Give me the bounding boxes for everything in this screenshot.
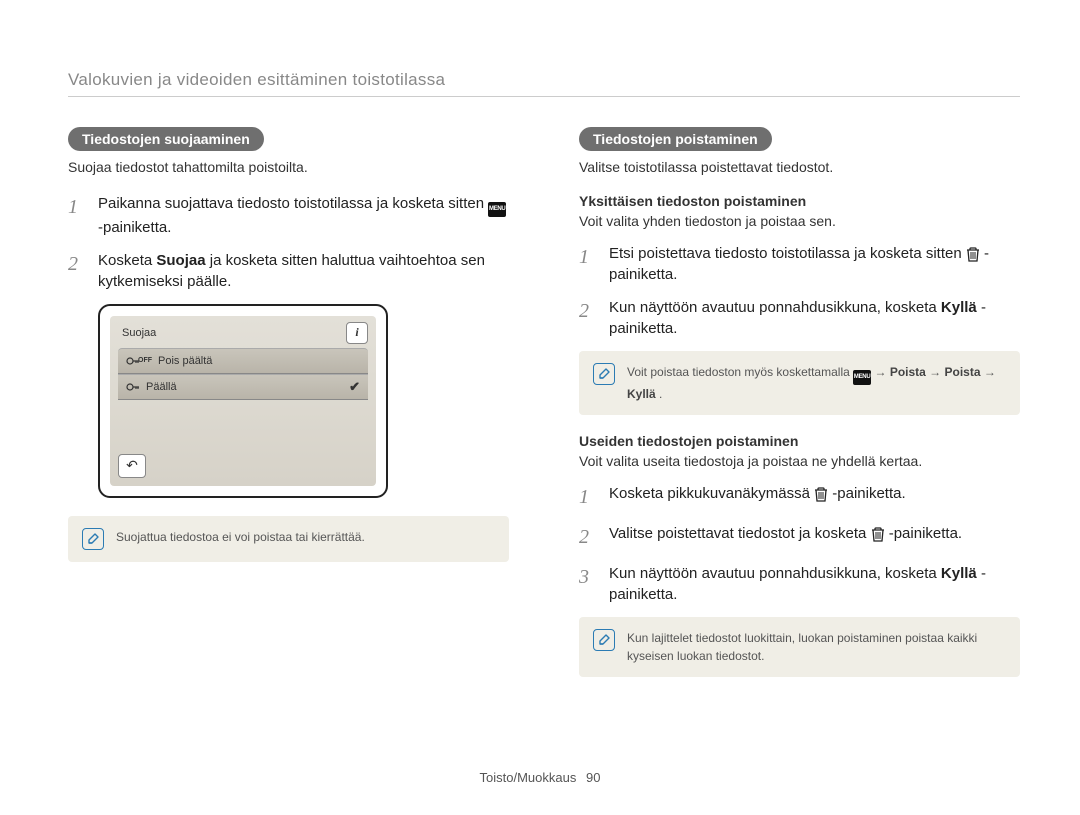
delete-lead: Valitse toistotilassa poistettavat tiedo… bbox=[579, 159, 1020, 175]
protect-lead: Suojaa tiedostot tahattomilta poistoilta… bbox=[68, 159, 509, 175]
note-protect: Suojattua tiedostoa ei voi poistaa tai k… bbox=[68, 516, 509, 562]
step-text: -painiketta. bbox=[889, 525, 962, 542]
page-title: Valokuvien ja videoiden esittäminen tois… bbox=[68, 70, 1020, 97]
step-number: 2 bbox=[68, 250, 86, 292]
step-text: Valitse poistettavat tiedostot ja kosket… bbox=[609, 525, 871, 542]
multi-delete-step-1: 1 Kosketa pikkukuvanäkymässä -painiketta… bbox=[579, 483, 1020, 511]
note-text-bold: Poista bbox=[890, 365, 926, 379]
checkmark-icon: ✔ bbox=[349, 379, 360, 395]
note-text: Suojattua tiedostoa ei voi poistaa tai k… bbox=[116, 528, 365, 550]
subdesc-single-delete: Voit valita yhden tiedoston ja poistaa s… bbox=[579, 213, 1020, 229]
step-number: 1 bbox=[579, 243, 597, 285]
step-text-bold: Suojaa bbox=[156, 252, 205, 269]
note-text: → bbox=[929, 365, 944, 379]
protect-step-2: 2 Kosketa Suojaa ja kosketa sitten halut… bbox=[68, 250, 509, 292]
note-category-delete: Kun lajittelet tiedostot luokittain, luo… bbox=[579, 617, 1020, 677]
note-delete-menu: Voit poistaa tiedoston myös koskettamall… bbox=[579, 351, 1020, 415]
trash-icon bbox=[966, 246, 980, 262]
note-icon bbox=[593, 629, 615, 651]
menu-icon: MENU bbox=[853, 370, 871, 385]
step-number: 2 bbox=[579, 297, 597, 339]
step-text: Kun näyttöön avautuu ponnahdusikkuna, ko… bbox=[609, 299, 941, 316]
device-option-label: Päällä bbox=[146, 381, 177, 393]
page-footer: Toisto/Muokkaus 90 bbox=[0, 770, 1080, 785]
note-text: Kun lajittelet tiedostot luokittain, luo… bbox=[627, 629, 1006, 665]
multi-delete-step-3: 3 Kun näyttöön avautuu ponnahdusikkuna, … bbox=[579, 563, 1020, 605]
single-delete-step-1: 1 Etsi poistettava tiedosto toistotilass… bbox=[579, 243, 1020, 285]
note-text: → bbox=[874, 365, 889, 379]
single-delete-step-2: 2 Kun näyttöön avautuu ponnahdusikkuna, … bbox=[579, 297, 1020, 339]
section-pill-protect: Tiedostojen suojaaminen bbox=[68, 127, 264, 151]
step-text: Kun näyttöön avautuu ponnahdusikkuna, ko… bbox=[609, 565, 941, 582]
page-number: 90 bbox=[586, 770, 600, 785]
trash-icon bbox=[871, 526, 885, 542]
back-icon: ↶ bbox=[118, 454, 146, 478]
note-icon bbox=[593, 363, 615, 385]
multi-delete-step-2: 2 Valitse poistettavat tiedostot ja kosk… bbox=[579, 523, 1020, 551]
step-number: 1 bbox=[579, 483, 597, 511]
step-number: 1 bbox=[68, 193, 86, 238]
section-pill-delete: Tiedostojen poistaminen bbox=[579, 127, 772, 151]
step-text: -painiketta. bbox=[832, 485, 905, 502]
device-option-off: OFF Pois päältä bbox=[118, 348, 368, 374]
menu-icon: MENU bbox=[488, 202, 506, 217]
step-number: 2 bbox=[579, 523, 597, 551]
left-column: Tiedostojen suojaaminen Suojaa tiedostot… bbox=[68, 127, 509, 687]
step-text: Etsi poistettava tiedosto toistotilassa … bbox=[609, 245, 966, 262]
note-text-bold: Kyllä bbox=[627, 387, 656, 401]
step-text: Paikanna suojattava tiedosto toistotilas… bbox=[98, 195, 488, 212]
subhead-single-delete: Yksittäisen tiedoston poistaminen bbox=[579, 193, 1020, 209]
step-text-bold: Kyllä bbox=[941, 565, 977, 582]
step-text: -painiketta. bbox=[98, 219, 171, 236]
device-title: Suojaa bbox=[118, 327, 156, 339]
step-text: Kosketa pikkukuvanäkymässä bbox=[609, 485, 814, 502]
key-off-icon: OFF bbox=[126, 356, 152, 366]
info-icon: i bbox=[346, 322, 368, 344]
device-option-label: Pois päältä bbox=[158, 355, 212, 367]
subhead-multi-delete: Useiden tiedostojen poistaminen bbox=[579, 433, 1020, 449]
protect-step-1: 1 Paikanna suojattava tiedosto toistotil… bbox=[68, 193, 509, 238]
step-text: Kosketa bbox=[98, 252, 156, 269]
note-text-bold: Poista bbox=[945, 365, 981, 379]
trash-icon bbox=[814, 486, 828, 502]
subdesc-multi-delete: Voit valita useita tiedostoja ja poistaa… bbox=[579, 453, 1020, 469]
key-icon bbox=[126, 382, 140, 392]
device-screenshot: Suojaa i OFF Pois päältä bbox=[98, 304, 388, 498]
note-text: Voit poistaa tiedoston myös koskettamall… bbox=[627, 365, 853, 379]
device-option-on: Päällä ✔ bbox=[118, 374, 368, 400]
step-text-bold: Kyllä bbox=[941, 299, 977, 316]
step-number: 3 bbox=[579, 563, 597, 605]
right-column: Tiedostojen poistaminen Valitse toistoti… bbox=[579, 127, 1020, 687]
note-text: . bbox=[659, 387, 662, 401]
footer-section: Toisto/Muokkaus bbox=[480, 770, 577, 785]
note-icon bbox=[82, 528, 104, 550]
note-text: → bbox=[984, 365, 996, 379]
